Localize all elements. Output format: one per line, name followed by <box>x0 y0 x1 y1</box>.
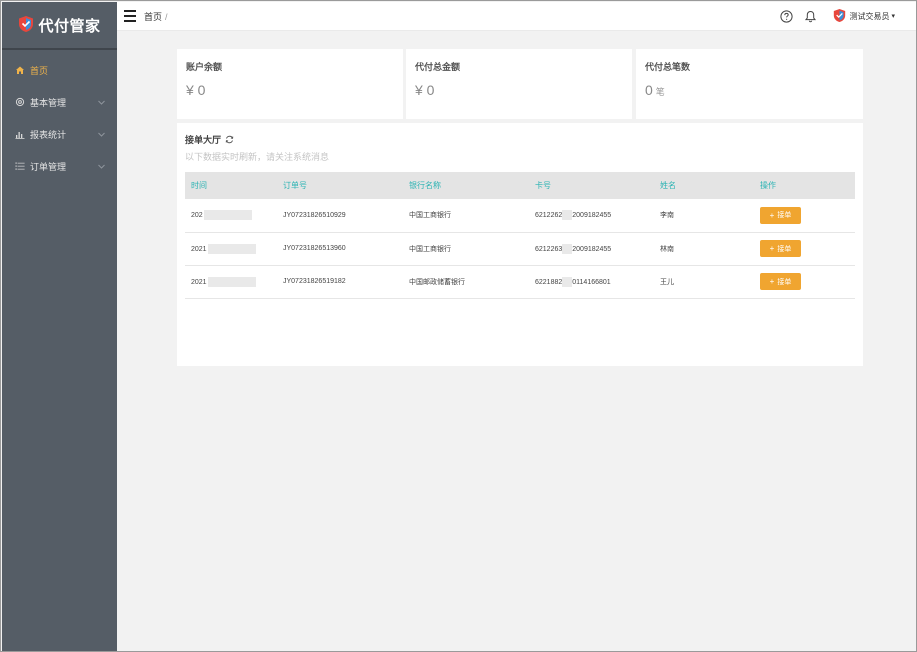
chevron-down-icon <box>98 129 105 139</box>
breadcrumb-home[interactable]: 首页 <box>144 12 162 22</box>
redacted-block <box>562 276 573 287</box>
stat-card-total-count: 代付总笔数 0笔 <box>636 49 863 119</box>
cell-name: 王儿 <box>660 278 674 286</box>
plus-icon: + <box>769 277 775 286</box>
accept-order-button[interactable]: + 接单 <box>760 240 801 257</box>
cell-card-no: 6212262 2009182455 <box>535 210 612 221</box>
stat-card-balance: 账户余额 ¥ 0 <box>177 49 403 119</box>
panel-title: 接单大厅 <box>185 133 234 146</box>
stat-title: 代付总金额 <box>415 62 461 72</box>
cell-order-no: JY07231826519182 <box>283 278 346 285</box>
stat-value: ¥ 0 <box>415 82 435 98</box>
cell-bank: 中国邮政储蓄银行 <box>409 278 465 286</box>
bell-icon[interactable] <box>803 9 817 23</box>
sidebar-item-label: 首页 <box>30 65 49 76</box>
cell-time: 202 <box>185 199 277 232</box>
accept-order-button[interactable]: + 接单 <box>760 206 801 224</box>
cell-name: 林南 <box>660 245 674 253</box>
sidebar-item-label: 订单管理 <box>30 161 67 172</box>
table-row: 2021 JY07231826513960 中国工商银行 6212263 2009… <box>185 232 855 265</box>
breadcrumb: 首页 / <box>144 10 168 23</box>
cell-time: 2021 <box>185 232 277 265</box>
table-header-row: 时间 订单号 银行名称 卡号 姓名 操作 <box>185 172 855 199</box>
cell-name: 李南 <box>660 212 674 220</box>
sidebar-item-basic-management[interactable]: 基本管理 <box>2 86 117 118</box>
breadcrumb-separator: / <box>165 11 168 22</box>
sidebar-item-label: 报表统计 <box>30 129 67 140</box>
cell-order-no: JY07231826513960 <box>283 245 346 252</box>
home-icon <box>14 64 26 76</box>
column-header-time: 时间 <box>191 181 207 190</box>
cell-bank: 中国工商银行 <box>409 212 451 220</box>
redacted-block <box>207 243 256 254</box>
shield-logo-icon <box>18 15 34 36</box>
cell-card-no: 6221882 0114166801 <box>535 276 611 287</box>
chevron-down-icon <box>98 97 105 107</box>
help-icon[interactable] <box>779 9 793 23</box>
settings-icon <box>14 96 26 108</box>
cell-action: + 接单 <box>754 199 855 232</box>
redacted-block <box>203 210 252 221</box>
app-title: 代付管家 <box>38 17 101 35</box>
user-menu[interactable]: 测试交易员 ▾ <box>833 8 895 25</box>
sidebar-item-reports[interactable]: 报表统计 <box>2 118 117 150</box>
redacted-block <box>562 243 573 254</box>
chevron-down-icon <box>98 161 105 171</box>
table-row: 202 JY07231826510929 中国工商银行 6212262 20091… <box>185 199 855 232</box>
redacted-block <box>562 210 573 221</box>
stat-value: 0笔 <box>645 82 665 98</box>
plus-icon: + <box>769 244 775 253</box>
shield-avatar-icon <box>833 8 846 25</box>
orders-table: 时间 订单号 银行名称 卡号 姓名 操作 202 JY0723182651092… <box>185 172 855 299</box>
cell-time: 2021 <box>185 265 277 298</box>
cell-bank: 中国工商银行 <box>409 245 451 253</box>
sidebar-item-home[interactable]: 首页 <box>2 54 117 86</box>
stat-title: 账户余额 <box>186 62 223 72</box>
stat-title: 代付总笔数 <box>645 62 691 72</box>
bar-chart-icon <box>14 128 26 140</box>
column-header-order-no: 订单号 <box>283 181 307 190</box>
sidebar: 代付管家 首页 基本管理 报表统计 订单管理 <box>2 2 117 651</box>
plus-icon: + <box>769 210 775 220</box>
cell-card-no: 6212263 2009182455 <box>535 243 612 254</box>
redacted-block <box>207 276 256 287</box>
menu-toggle-icon[interactable] <box>124 10 136 22</box>
accept-order-button[interactable]: + 接单 <box>760 273 801 290</box>
stat-card-total-amount: 代付总金额 ¥ 0 <box>406 49 632 119</box>
cell-action: + 接单 <box>754 232 855 265</box>
table-row: 2021 JY07231826519182 中国邮政储蓄银行 6221882 01… <box>185 265 855 298</box>
top-header: 首页 / 测试交易员 ▾ <box>117 2 916 31</box>
cell-action: + 接单 <box>754 265 855 298</box>
column-header-bank: 银行名称 <box>409 181 441 190</box>
sidebar-item-orders[interactable]: 订单管理 <box>2 150 117 182</box>
stat-value: ¥ 0 <box>186 82 206 98</box>
app-frame: 代付管家 首页 基本管理 报表统计 订单管理 首页 / 测试交易员 ▾ 账户余额… <box>0 0 917 652</box>
cell-order-no: JY07231826510929 <box>283 211 346 219</box>
refresh-icon[interactable] <box>225 135 234 144</box>
sidebar-item-label: 基本管理 <box>30 97 67 108</box>
order-hall-panel: 接单大厅 以下数据实时刷新，请关注系统消息 时间 订单号 银行名称 卡号 姓名 … <box>177 123 863 366</box>
header-actions: 测试交易员 ▾ <box>769 8 895 25</box>
logo[interactable]: 代付管家 <box>2 2 117 50</box>
column-header-name: 姓名 <box>660 181 676 190</box>
list-icon <box>14 160 26 172</box>
caret-down-icon: ▾ <box>891 13 895 20</box>
user-name: 测试交易员 <box>849 11 890 21</box>
column-header-card-no: 卡号 <box>535 181 551 190</box>
panel-subtitle: 以下数据实时刷新，请关注系统消息 <box>185 152 330 162</box>
column-header-action: 操作 <box>760 181 776 190</box>
